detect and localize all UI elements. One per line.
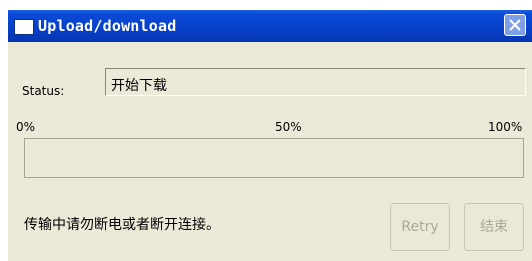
window-title: Upload/download — [38, 17, 177, 35]
status-field: 开始下载 — [105, 68, 526, 96]
close-icon — [509, 19, 521, 31]
finish-button[interactable]: 结束 — [464, 203, 524, 251]
title-bar[interactable]: Upload/download — [8, 10, 532, 42]
progress-scale-mid: 50% — [275, 120, 302, 134]
progress-scale-end: 100% — [488, 120, 523, 134]
retry-button[interactable]: Retry — [390, 203, 450, 251]
close-button[interactable] — [504, 14, 526, 36]
progress-bar — [24, 138, 524, 178]
status-label: Status: — [22, 84, 65, 98]
warning-message: 传输中请勿断电或者断开连接。 — [24, 217, 220, 233]
upload-download-dialog: Upload/download Status: 开始下载 0% 50% 100%… — [8, 10, 532, 261]
status-value: 开始下载 — [111, 78, 167, 94]
progress-scale-start: 0% — [16, 120, 36, 134]
window-icon — [14, 19, 34, 35]
